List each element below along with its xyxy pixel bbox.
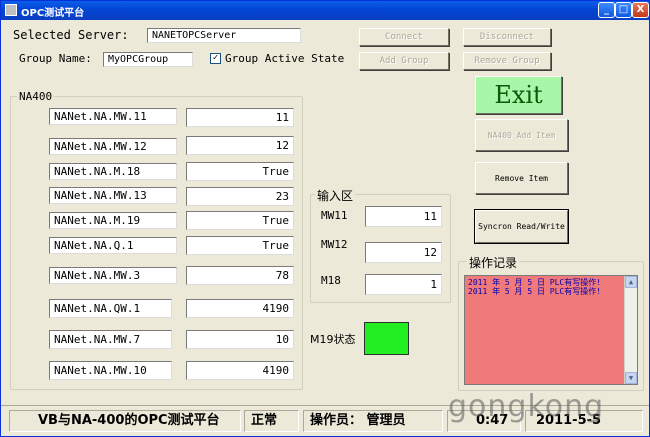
maximize-button[interactable]: □ (615, 2, 632, 18)
item-name-field[interactable]: NANet.NA.Q.1 (49, 237, 177, 254)
item-value-field[interactable]: True (186, 236, 294, 255)
m19-status-label: M19状态 (310, 333, 356, 346)
item-name-field[interactable]: NANet.NA.MW.10 (49, 361, 172, 380)
window-title: OPC测试平台 (21, 8, 85, 19)
item-name-field[interactable]: NANet.NA.M.18 (49, 163, 177, 180)
m18-label: M18 (321, 274, 341, 287)
disconnect-button[interactable]: Disconnect (463, 28, 551, 46)
exit-button[interactable]: Exit (475, 76, 562, 114)
group-active-checkbox[interactable]: ✓ (210, 53, 221, 64)
log-group-title: 操作记录 (467, 254, 520, 271)
status-state: 正常 (244, 410, 299, 432)
scroll-down-icon[interactable]: ▼ (625, 372, 637, 384)
log-line: 2011 年 5 月 5 日 PLC有写操作! (468, 287, 602, 296)
item-value-field[interactable]: 4190 (186, 361, 294, 380)
main-window: OPC测试平台 _ □ X Selected Server: NANETOPCS… (0, 0, 650, 437)
mw12-input[interactable]: 12 (365, 242, 442, 263)
mw11-label: MW11 (321, 209, 348, 222)
add-group-button[interactable]: Add Group (359, 52, 449, 70)
app-icon (5, 4, 17, 16)
mw11-input[interactable]: 11 (365, 206, 442, 227)
item-value-field[interactable]: 78 (186, 266, 294, 285)
log-scrollbar[interactable]: ▲ ▼ (624, 276, 637, 384)
m18-input[interactable]: 1 (365, 274, 442, 295)
status-operator: 操作员： 管理员 (303, 410, 443, 432)
status-app-name: VB与NA-400的OPC测试平台 (9, 410, 241, 432)
operation-log[interactable]: 2011 年 5 月 5 日 PLC有写操作! 2011 年 5 月 5 日 P… (464, 275, 638, 385)
selected-server-field[interactable]: NANETOPCServer (147, 28, 301, 43)
connect-button[interactable]: Connect (359, 28, 449, 46)
item-name-field[interactable]: NANet.NA.MW.7 (49, 330, 172, 349)
mw12-label: MW12 (321, 238, 348, 251)
item-name-field[interactable]: NANet.NA.M.19 (49, 212, 177, 229)
sync-read-write-button[interactable]: Syncron Read/Write (474, 209, 569, 244)
item-value-field[interactable]: 12 (186, 136, 294, 155)
item-value-field[interactable]: 4190 (186, 299, 294, 318)
remove-item-button[interactable]: Remove Item (475, 162, 568, 194)
title-bar[interactable]: OPC测试平台 _ □ X (1, 1, 649, 20)
scroll-up-icon[interactable]: ▲ (625, 276, 637, 288)
selected-server-label: Selected Server: (13, 28, 129, 42)
remove-group-button[interactable]: Remove Group (463, 52, 551, 70)
close-button[interactable]: X (632, 2, 649, 18)
minimize-button[interactable]: _ (598, 2, 615, 18)
item-name-field[interactable]: NANet.NA.MW.13 (49, 187, 177, 204)
log-line: 2011 年 5 月 5 日 PLC有写操作! (468, 278, 602, 287)
group-active-label: Group Active State (225, 52, 345, 65)
item-value-field[interactable]: True (186, 162, 294, 181)
item-value-field[interactable]: 10 (186, 330, 294, 349)
item-name-field[interactable]: NANet.NA.MW.11 (49, 108, 177, 125)
m19-status-indicator (364, 322, 409, 355)
na400-group-title: NA400 (17, 90, 55, 103)
add-item-button[interactable]: NA400 Add Item (475, 119, 568, 151)
item-name-field[interactable]: NANet.NA.MW.12 (49, 138, 177, 155)
group-name-field[interactable]: MyOPCGroup (103, 52, 193, 67)
input-group-title: 输入区 (315, 187, 356, 204)
item-name-field[interactable]: NANet.NA.MW.3 (49, 267, 177, 284)
watermark-text: gongkong (448, 389, 605, 424)
item-value-field[interactable]: 23 (186, 187, 294, 206)
item-value-field[interactable]: 11 (186, 108, 294, 127)
item-value-field[interactable]: True (186, 211, 294, 230)
group-name-label: Group Name: (19, 52, 92, 65)
item-name-field[interactable]: NANet.NA.QW.1 (49, 299, 172, 318)
